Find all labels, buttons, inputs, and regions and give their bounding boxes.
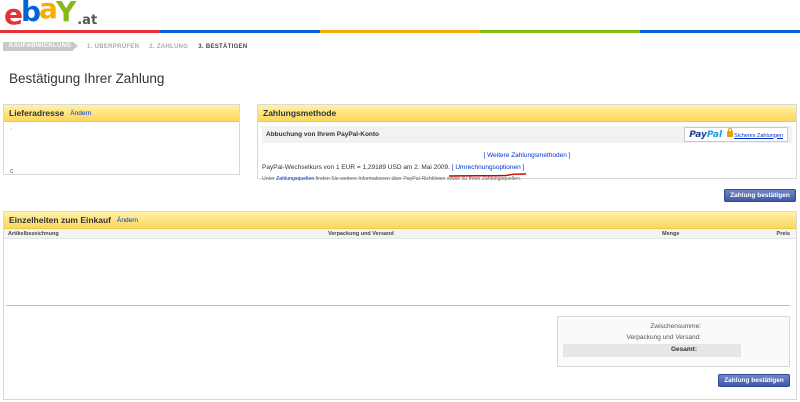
info-prefix: Unter: [262, 176, 275, 182]
payment-method-title: Zahlungsmethode: [263, 108, 337, 118]
column-quantity: Menge: [662, 230, 680, 237]
page-title: Bestätigung Ihrer Zahlung: [9, 71, 165, 86]
subtotal-label: Zwischensumme:: [650, 323, 701, 330]
exchange-rate-text: PayPal-Wechselkurs von 1 EUR = 1,29189 U…: [262, 164, 450, 171]
checkout-steps: KAUFABWICKLUNG 1. ÜBERPRÜFEN 2. ZAHLUNG …: [3, 42, 248, 51]
logo-letter-b: b: [21, 0, 41, 28]
step-checkout: KAUFABWICKLUNG: [3, 42, 78, 51]
purchase-change-link[interactable]: Ändern: [117, 217, 138, 224]
logo-letter-a: a: [39, 0, 58, 25]
purchase-table-header: Artikelbezeichnung Verpackung und Versan…: [4, 229, 796, 239]
secure-payments-link[interactable]: Sicheres Zahlungen: [734, 133, 783, 139]
lock-icon: [727, 127, 734, 137]
step-payment: 2. ZAHLUNG: [149, 43, 189, 50]
more-payment-methods-link[interactable]: [ Weitere Zahlungsmethoden ]: [258, 152, 796, 159]
column-price: Preis: [776, 230, 790, 237]
total-label: Gesamt:: [670, 346, 697, 353]
total-row-background: [563, 344, 741, 357]
delivery-address-body: · c: [4, 122, 239, 175]
purchase-details-title: Einzelheiten zum Einkauf: [9, 215, 112, 225]
delivery-change-link[interactable]: Ändern: [70, 110, 91, 117]
confirm-payment-button-bottom[interactable]: Zahlung bestätigen: [718, 374, 790, 387]
totals-box: Zwischensumme: Verpackung und Versand: G…: [557, 316, 790, 367]
delivery-address-panel: Lieferadresse Ändern · c: [3, 104, 240, 175]
red-underline-annotation: [448, 173, 527, 177]
logo-letter-e: e: [4, 0, 23, 31]
confirm-payment-button-top[interactable]: Zahlung bestätigen: [724, 189, 796, 202]
delivery-address-header: Lieferadresse Ändern: [4, 105, 239, 122]
purchase-details-header: Einzelheiten zum Einkauf Ändern: [4, 212, 796, 229]
payment-method-header: Zahlungsmethode: [258, 105, 796, 122]
ebay-logo[interactable]: e b a Y .at: [4, 0, 98, 31]
step-confirm: 3. BESTÄTIGEN: [198, 43, 248, 50]
payment-method-panel: Zahlungsmethode Abbuchung von Ihrem PayP…: [257, 104, 797, 182]
paypal-logo: PayPal: [689, 129, 723, 140]
column-item: Artikelbezeichnung: [8, 230, 59, 237]
delivery-address-title: Lieferadresse: [9, 108, 65, 118]
address-line: c: [10, 168, 14, 175]
payment-info-line: Unter Zahlungsquellen finden Sie weitere…: [262, 176, 796, 182]
shipping-total-label: Verpackung und Versand:: [626, 334, 701, 341]
paypal-account-label: Abbuchung von Ihrem PayPal-Konto: [266, 131, 380, 138]
conversion-options-link[interactable]: [ Umrechnungsoptionen ]: [452, 164, 525, 171]
payment-sources-link[interactable]: Zahlungsquellen: [276, 176, 314, 182]
logo-letter-y: Y: [55, 0, 76, 28]
paypal-account-bar: Abbuchung von Ihrem PayPal-Konto PayPal …: [262, 126, 792, 143]
logo-tld: .at: [77, 13, 98, 28]
header-color-bar: [0, 30, 800, 33]
step-review: 1. ÜBERPRÜFEN: [87, 43, 140, 50]
items-divider: [6, 305, 790, 306]
secure-payment[interactable]: Sicheres Zahlungen: [727, 127, 783, 139]
address-line: ·: [10, 126, 13, 133]
paypal-badge: PayPal Sicheres Zahlungen: [684, 127, 788, 142]
exchange-rate-line: PayPal-Wechselkurs von 1 EUR = 1,29189 U…: [262, 164, 796, 177]
column-shipping: Verpackung und Versand: [328, 230, 394, 237]
